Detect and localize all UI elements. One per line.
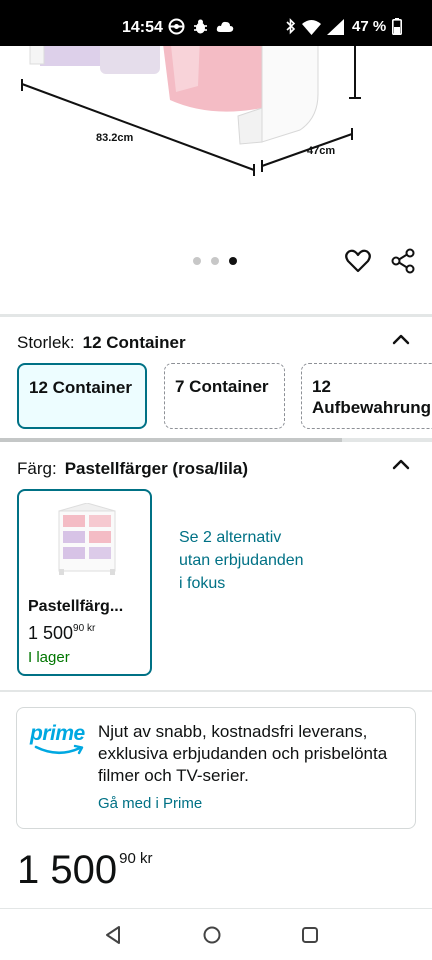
size-label: Storlek: — [17, 333, 75, 352]
status-notification-icons — [168, 18, 234, 35]
section-divider — [0, 690, 432, 692]
color-header[interactable]: Färg: Pastellfärger (rosa/lila) — [17, 459, 248, 479]
color-label: Färg: — [17, 459, 57, 478]
size-option-7-container[interactable]: 7 Container — [164, 363, 285, 429]
color-option-stock: I lager — [28, 649, 70, 666]
nav-divider — [0, 908, 432, 909]
cloud-icon — [216, 21, 234, 32]
chevron-up-icon[interactable] — [391, 457, 411, 471]
size-selected-value: 12 Container — [82, 333, 186, 352]
size-option-label-line2: Aufbewahrung — [312, 398, 431, 417]
product-price: 1 500 90 kr — [17, 848, 152, 893]
section-divider — [0, 314, 432, 317]
color-option-price: 1 50090 kr — [28, 623, 95, 644]
color-option-price-cents: 90 kr — [73, 623, 96, 634]
share-icon — [391, 248, 415, 274]
bluetooth-icon — [286, 18, 296, 35]
prime-logo: prime — [30, 722, 90, 758]
width-dimension-label: 83.2cm — [96, 132, 134, 144]
color-selected-value: Pastellfärger (rosa/lila) — [64, 459, 248, 478]
battery-icon — [392, 18, 403, 35]
product-image[interactable]: 83.2cm 47cm — [0, 46, 432, 246]
price-main: 1 500 — [17, 848, 118, 892]
size-header[interactable]: Storlek: 12 Container — [17, 333, 186, 353]
size-option-label: 12 — [312, 377, 331, 396]
color-option-price-main: 1 500 — [28, 623, 74, 643]
battery-percent: 47 % — [352, 18, 387, 35]
depth-dimension-label: 47cm — [307, 145, 336, 157]
status-time: 14:54 — [122, 19, 163, 36]
price-cents: 90 kr — [119, 850, 153, 867]
back-icon[interactable] — [103, 924, 125, 946]
share-button[interactable] — [389, 247, 417, 275]
signal-icon — [327, 18, 344, 35]
prime-description: Njut av snabb, kostnadsfri leverans, exk… — [98, 722, 388, 785]
home-icon[interactable] — [201, 924, 223, 946]
prime-logo-text: prime — [30, 722, 85, 745]
size-option-12-aufbewahrung[interactable]: 12 Aufbewahrung — [301, 363, 432, 429]
recents-icon[interactable] — [299, 924, 321, 946]
prime-smile-icon — [34, 744, 84, 755]
wishlist-button[interactable] — [344, 247, 372, 275]
chevron-up-icon[interactable] — [391, 332, 411, 346]
status-bar: 14:54 47 % — [0, 0, 432, 46]
pokeball-icon — [168, 18, 185, 35]
size-option-label: 12 Container — [29, 378, 132, 397]
size-options-scrollbar[interactable] — [0, 438, 342, 442]
prime-promo-box[interactable]: prime Njut av snabb, kostnadsfri leveran… — [16, 707, 416, 829]
size-option-label: 7 Container — [175, 377, 269, 396]
bug-icon — [194, 19, 207, 34]
size-option-12-container[interactable]: 12 Container — [17, 363, 147, 429]
see-more-options-link[interactable]: Se 2 alternativ utan erbjudanden i fokus — [179, 526, 309, 595]
wifi-icon — [302, 19, 321, 35]
heart-icon — [345, 249, 371, 273]
carousel-dot-active[interactable] — [229, 257, 237, 265]
color-option-card[interactable]: Pastellfärg... 1 50090 kr I lager — [17, 489, 152, 676]
carousel-dot[interactable] — [193, 257, 201, 265]
system-navigation-bar — [0, 910, 432, 960]
join-prime-link[interactable]: Gå med i Prime — [98, 795, 202, 812]
color-option-thumbnail — [58, 503, 116, 575]
carousel-dot[interactable] — [211, 257, 219, 265]
carousel-indicator — [193, 257, 237, 265]
status-system-icons: 47 % — [286, 18, 403, 35]
color-option-name: Pastellfärg... — [28, 598, 124, 615]
